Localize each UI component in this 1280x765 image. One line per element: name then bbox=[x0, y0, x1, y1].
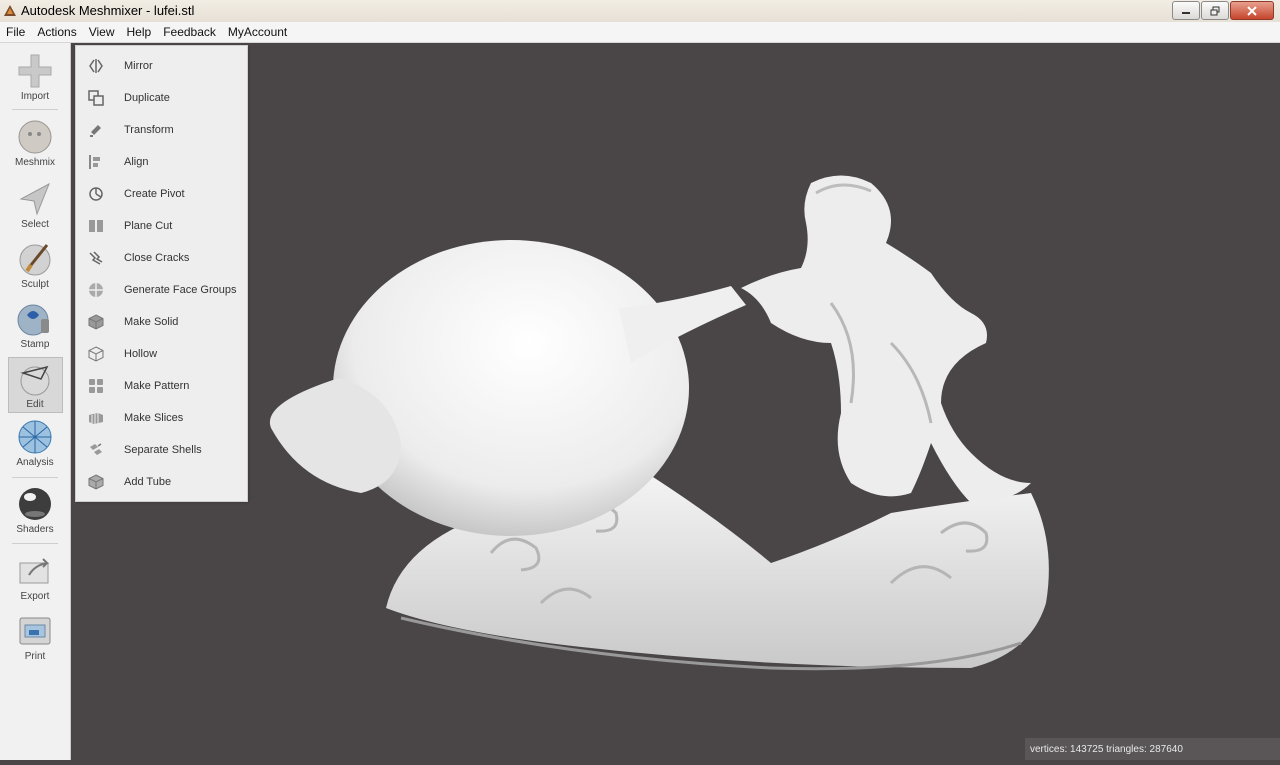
select-arrow-icon bbox=[19, 182, 50, 216]
edit-menu-label: Align bbox=[124, 156, 149, 168]
edit-menu-item-hollow[interactable]: Hollow bbox=[76, 338, 247, 370]
shaders-tool[interactable]: Shaders bbox=[0, 486, 70, 535]
edit-menu-label: Separate Shells bbox=[124, 444, 202, 456]
select-tool[interactable]: Select bbox=[0, 181, 70, 230]
restore-button[interactable] bbox=[1201, 1, 1229, 20]
sculpt-label: Sculpt bbox=[21, 279, 49, 290]
edit-menu-label: Create Pivot bbox=[124, 188, 185, 200]
duplicate-icon bbox=[88, 90, 104, 106]
menu-bar: File Actions View Help Feedback MyAccoun… bbox=[0, 22, 1280, 43]
pattern-icon bbox=[89, 379, 103, 393]
edit-menu-panel: Mirror Duplicate Transform Align Create … bbox=[75, 45, 248, 502]
left-toolbar: Import Meshmix Select Sculpt Stamp Edit bbox=[0, 43, 71, 760]
stamp-icon bbox=[17, 304, 49, 336]
menu-view[interactable]: View bbox=[83, 25, 121, 39]
edit-menu-item-transform[interactable]: Transform bbox=[76, 114, 247, 146]
printer-icon bbox=[19, 617, 51, 645]
edit-sphere-icon bbox=[20, 365, 50, 396]
print-label: Print bbox=[24, 651, 46, 662]
window-title: Autodesk Meshmixer - lufei.stl bbox=[21, 3, 195, 18]
make-solid-icon bbox=[88, 314, 104, 330]
stamp-tool[interactable]: Stamp bbox=[0, 301, 70, 350]
menu-actions[interactable]: Actions bbox=[31, 25, 82, 39]
slices-icon bbox=[89, 413, 103, 424]
shaders-label: Shaders bbox=[16, 524, 54, 535]
toolbar-divider bbox=[12, 543, 58, 544]
shader-sphere-icon bbox=[19, 488, 51, 520]
mirror-icon bbox=[89, 59, 103, 73]
pivot-icon bbox=[89, 187, 103, 201]
export-tool[interactable]: Export bbox=[0, 553, 70, 602]
edit-menu-item-separate-shells[interactable]: Separate Shells bbox=[76, 434, 247, 466]
import-tool[interactable]: Import bbox=[0, 53, 70, 102]
menu-file[interactable]: File bbox=[0, 25, 31, 39]
sculpt-brush-icon bbox=[19, 244, 51, 276]
edit-menu-item-make-slices[interactable]: Make Slices bbox=[76, 402, 247, 434]
align-icon bbox=[89, 155, 100, 169]
edit-menu-label: Hollow bbox=[124, 348, 158, 360]
edit-menu-label: Plane Cut bbox=[124, 220, 173, 232]
plus-icon bbox=[18, 54, 52, 88]
tube-icon bbox=[88, 474, 104, 490]
analysis-mesh-icon bbox=[18, 420, 52, 454]
minimize-button[interactable] bbox=[1172, 1, 1200, 20]
meshmix-ball-icon bbox=[18, 120, 52, 154]
meshmix-label: Meshmix bbox=[14, 157, 55, 168]
edit-menu-item-make-solid[interactable]: Make Solid bbox=[76, 306, 247, 338]
edit-menu-item-create-pivot[interactable]: Create Pivot bbox=[76, 178, 247, 210]
title-bar: Autodesk Meshmixer - lufei.stl bbox=[0, 0, 1280, 23]
edit-menu-item-duplicate[interactable]: Duplicate bbox=[76, 82, 247, 114]
edit-menu-label: Add Tube bbox=[124, 476, 172, 488]
import-label: Import bbox=[20, 91, 50, 102]
close-button[interactable] bbox=[1230, 1, 1274, 20]
print-tool[interactable]: Print bbox=[0, 613, 70, 662]
stamp-label: Stamp bbox=[20, 339, 50, 350]
edit-label: Edit bbox=[26, 399, 44, 410]
edit-menu-label: Mirror bbox=[124, 60, 153, 72]
edit-menu-label: Duplicate bbox=[124, 92, 170, 104]
edit-menu-item-generate-face-groups[interactable]: Generate Face Groups bbox=[76, 274, 247, 306]
edit-menu-item-plane-cut[interactable]: Plane Cut bbox=[76, 210, 247, 242]
menu-myaccount[interactable]: MyAccount bbox=[222, 25, 293, 39]
minimize-icon bbox=[1182, 11, 1190, 14]
analysis-tool[interactable]: Analysis bbox=[0, 419, 70, 468]
plane-cut-icon bbox=[89, 220, 103, 232]
export-label: Export bbox=[20, 591, 50, 602]
select-label: Select bbox=[21, 219, 49, 230]
meshmixer-logo-icon bbox=[4, 5, 16, 16]
analysis-label: Analysis bbox=[16, 457, 54, 468]
transform-icon bbox=[90, 125, 101, 137]
menu-feedback[interactable]: Feedback bbox=[157, 25, 222, 39]
edit-menu-item-align[interactable]: Align bbox=[76, 146, 247, 178]
face-groups-icon bbox=[89, 283, 103, 297]
menu-help[interactable]: Help bbox=[121, 25, 158, 39]
close-icon bbox=[1247, 5, 1257, 16]
edit-menu-label: Make Slices bbox=[124, 412, 184, 424]
model-render bbox=[269, 175, 1049, 671]
edit-menu-label: Generate Face Groups bbox=[124, 284, 237, 296]
sculpt-tool[interactable]: Sculpt bbox=[0, 241, 70, 290]
shells-icon bbox=[90, 443, 102, 455]
edit-menu-item-mirror[interactable]: Mirror bbox=[76, 50, 247, 82]
toolbar-divider bbox=[12, 477, 58, 478]
edit-tool[interactable]: Edit bbox=[0, 357, 70, 413]
export-icon bbox=[19, 558, 50, 584]
edit-menu-label: Make Pattern bbox=[124, 380, 190, 392]
edit-menu-label: Close Cracks bbox=[124, 252, 190, 264]
status-bar: vertices: 143725 triangles: 287640 bbox=[1025, 738, 1280, 760]
3d-viewport[interactable]: vertices: 143725 triangles: 287640 bbox=[71, 43, 1280, 760]
close-cracks-icon bbox=[89, 251, 103, 265]
edit-menu-label: Transform bbox=[124, 124, 174, 136]
restore-icon bbox=[1210, 6, 1220, 15]
mesh-stats: vertices: 143725 triangles: 287640 bbox=[1030, 743, 1183, 755]
toolbar-divider bbox=[12, 109, 58, 110]
edit-menu-item-add-tube[interactable]: Add Tube bbox=[76, 466, 247, 498]
meshmix-tool[interactable]: Meshmix bbox=[0, 119, 70, 168]
edit-menu-label: Make Solid bbox=[124, 316, 179, 328]
edit-menu-item-close-cracks[interactable]: Close Cracks bbox=[76, 242, 247, 274]
edit-menu-item-make-pattern[interactable]: Make Pattern bbox=[76, 370, 247, 402]
hollow-icon bbox=[88, 346, 104, 362]
